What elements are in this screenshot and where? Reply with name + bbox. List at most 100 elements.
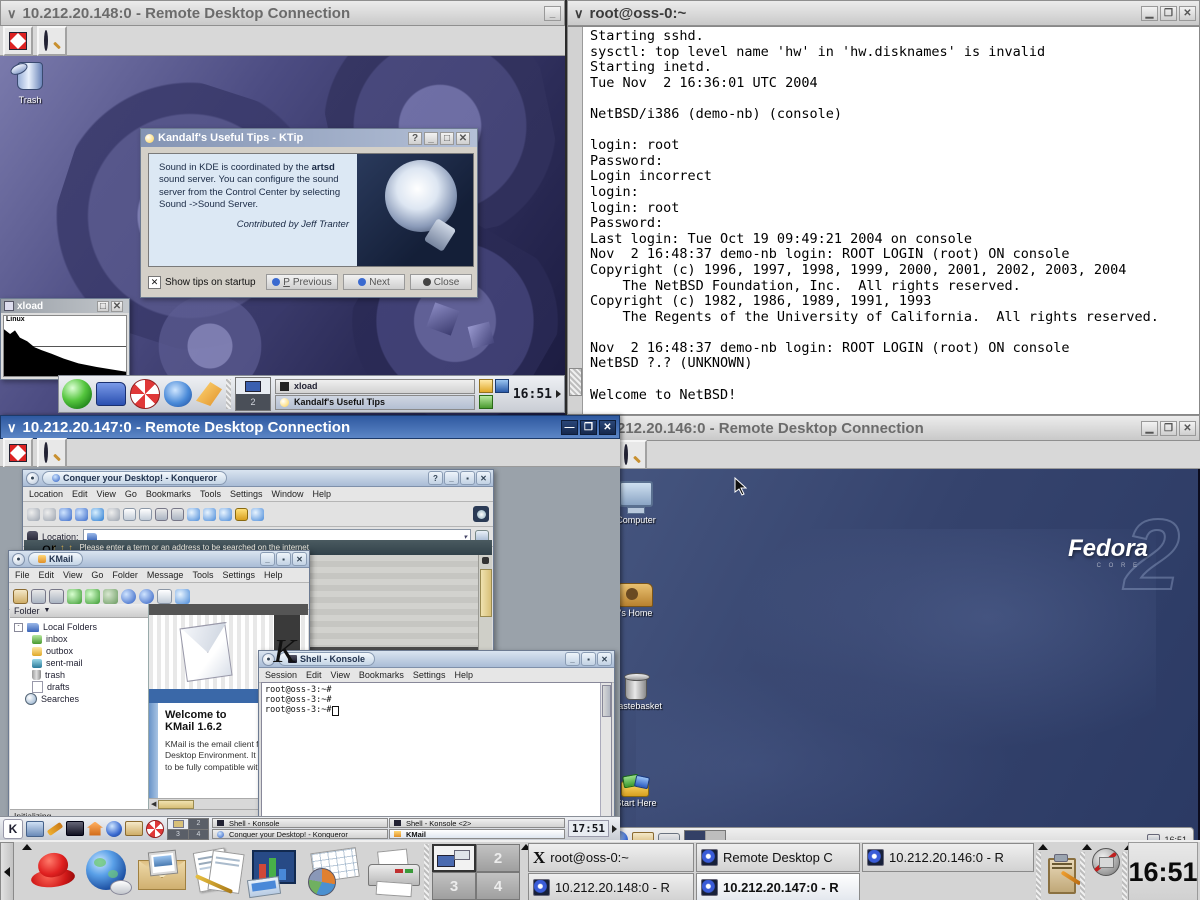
menu-item[interactable]: Tools bbox=[192, 570, 213, 580]
next-message-icon[interactable] bbox=[139, 589, 154, 604]
help-button[interactable]: ? bbox=[428, 471, 443, 485]
panel-up-arrow[interactable] bbox=[1038, 844, 1048, 850]
pencil-icon[interactable] bbox=[47, 821, 64, 835]
back-icon[interactable] bbox=[27, 508, 40, 521]
zoom-in-icon[interactable] bbox=[187, 508, 200, 521]
window-shade-icon[interactable]: ∨ bbox=[7, 7, 17, 20]
close-button[interactable]: ✕ bbox=[1179, 6, 1196, 21]
close-button[interactable]: ✕ bbox=[111, 301, 123, 312]
scale-view-button[interactable] bbox=[617, 440, 647, 470]
copy-icon[interactable] bbox=[157, 589, 172, 604]
menu-item[interactable]: Bookmarks bbox=[359, 670, 404, 680]
folder-sent-mail[interactable]: sent-mail bbox=[14, 657, 148, 669]
lock-icon[interactable] bbox=[235, 508, 248, 521]
scale-view-button[interactable] bbox=[37, 438, 67, 468]
desktop-icon-wastebasket[interactable]: Wastebasket bbox=[616, 676, 662, 711]
pager-desktop-4[interactable]: 4 bbox=[188, 829, 208, 839]
scrollbar-thumb[interactable] bbox=[480, 569, 492, 617]
taskbutton-terminal[interactable]: X root@oss-0:~ bbox=[528, 843, 694, 872]
workspace-1-active[interactable] bbox=[685, 831, 705, 840]
check-mail-icon[interactable] bbox=[67, 589, 82, 604]
next-button[interactable]: Next bbox=[343, 274, 405, 290]
desktop-pager[interactable]: 2 3 4 bbox=[167, 818, 209, 840]
scroll-left-arrow[interactable]: ◀ bbox=[149, 800, 158, 808]
titlebar-147[interactable]: ∨ 10.212.20.147:0 - Remote Desktop Conne… bbox=[0, 415, 620, 439]
quill-icon[interactable] bbox=[196, 382, 222, 406]
minimize-button[interactable]: _ bbox=[260, 552, 275, 566]
close-button[interactable]: ✕ bbox=[597, 652, 612, 666]
window-shade-icon[interactable]: ∨ bbox=[7, 421, 17, 434]
task-konsole-2[interactable]: Shell - Konsole <2> bbox=[389, 818, 565, 828]
menu-item[interactable]: Go bbox=[91, 570, 103, 580]
print-icon[interactable] bbox=[155, 508, 168, 521]
kmail-launcher-icon[interactable] bbox=[125, 821, 143, 836]
show-tips-checkbox[interactable]: ✕ bbox=[148, 276, 161, 289]
folder-trash[interactable]: trash bbox=[14, 669, 148, 681]
web-browser-launcher[interactable] bbox=[84, 848, 132, 896]
kmail-titlebar[interactable]: ● KMail _ ▪ ✕ bbox=[9, 551, 309, 568]
terminal-titlebar[interactable]: ∨ root@oss-0:~ ▁ ❐ ✕ bbox=[567, 0, 1200, 26]
close-button[interactable]: ✕ bbox=[476, 471, 491, 485]
terminal-scrollbar[interactable] bbox=[568, 27, 583, 414]
reload-icon[interactable] bbox=[91, 508, 104, 521]
previous-button[interactable]: PPrevious bbox=[266, 274, 338, 290]
menu-item[interactable]: Help bbox=[264, 570, 283, 580]
desktop-icon-home[interactable]: 's Home bbox=[616, 583, 662, 618]
evolution-panel-icon[interactable] bbox=[632, 832, 654, 840]
printer-panel-icon[interactable] bbox=[658, 833, 680, 841]
folder-column-header[interactable]: Folder▼ bbox=[10, 604, 148, 618]
help-lifering-icon[interactable] bbox=[146, 820, 164, 838]
ktip-titlebar[interactable]: Kandalf's Useful Tips - KTip ? _ □ ✕ bbox=[141, 129, 477, 147]
minimize-button[interactable]: _ bbox=[424, 132, 438, 145]
window-shade-icon[interactable]: ∨ bbox=[574, 7, 584, 20]
stop-icon[interactable] bbox=[107, 508, 120, 521]
task-konqueror[interactable]: Conquer your Desktop! - Konqueror bbox=[212, 829, 388, 839]
maximize-button[interactable]: ▪ bbox=[581, 652, 596, 666]
menu-item[interactable]: Help bbox=[313, 489, 332, 499]
xload-titlebar[interactable]: xload □ ✕ bbox=[1, 299, 129, 313]
forward-icon[interactable] bbox=[43, 508, 56, 521]
task-konsole-1[interactable]: Shell - Konsole bbox=[212, 818, 388, 828]
menu-item[interactable]: File bbox=[15, 570, 30, 580]
menu-item[interactable]: Message bbox=[147, 570, 184, 580]
spreadsheet-launcher[interactable] bbox=[306, 850, 360, 896]
pager-desktop-1[interactable] bbox=[236, 378, 270, 394]
task-ktip[interactable]: Kandalf's Useful Tips bbox=[275, 395, 475, 410]
pager-desktop-2[interactable]: 2 bbox=[236, 394, 270, 410]
print-frame-icon[interactable] bbox=[171, 508, 184, 521]
pager-workspace-1-active[interactable] bbox=[432, 844, 476, 872]
task-xload[interactable]: xload bbox=[275, 379, 475, 394]
scroll-up-arrow[interactable] bbox=[482, 557, 489, 564]
folder-inbox[interactable]: inbox bbox=[14, 633, 148, 645]
previous-message-icon[interactable] bbox=[121, 589, 136, 604]
maximize-button[interactable]: ▪ bbox=[460, 471, 475, 485]
menu-item[interactable]: Bookmarks bbox=[146, 489, 191, 499]
titlebar-148[interactable]: ∨ 10.212.20.148:0 - Remote Desktop Conne… bbox=[0, 0, 565, 26]
panel-clock[interactable]: 17:51 bbox=[568, 820, 609, 837]
clock-applet[interactable]: 16:51 bbox=[1128, 842, 1198, 900]
workspace-2[interactable] bbox=[705, 831, 725, 840]
desktop-icon-computer[interactable]: Computer bbox=[616, 481, 662, 525]
pager-workspace-2[interactable]: 2 bbox=[476, 844, 520, 872]
taskbutton-rdc[interactable]: Remote Desktop C bbox=[696, 843, 860, 872]
scrollbar-thumb[interactable] bbox=[158, 800, 194, 809]
print-icon[interactable] bbox=[49, 589, 64, 604]
help-lifering-icon[interactable] bbox=[130, 379, 160, 409]
menu-item[interactable]: View bbox=[331, 670, 350, 680]
konsole-titlebar[interactable]: ● Shell - Konsole _ ▪ ✕ bbox=[259, 651, 614, 668]
taskbutton-148[interactable]: 10.212.20.148:0 - R bbox=[528, 873, 694, 900]
cut-icon[interactable] bbox=[123, 508, 136, 521]
word-processor-launcher[interactable] bbox=[192, 848, 244, 896]
message-tray-icon[interactable] bbox=[479, 395, 493, 409]
titlebar-146[interactable]: 212.20.146:0 - Remote Desktop Connection… bbox=[614, 415, 1200, 441]
panel-hide-button[interactable] bbox=[0, 842, 14, 900]
pager-desktop-1[interactable] bbox=[168, 819, 188, 829]
taskbutton-146[interactable]: 10.212.20.146:0 - R bbox=[862, 843, 1034, 872]
workspace-switcher[interactable] bbox=[684, 830, 726, 840]
home-folder-icon[interactable] bbox=[96, 382, 126, 406]
panel-hide-arrow[interactable] bbox=[612, 825, 617, 833]
menu-item[interactable]: Folder bbox=[112, 570, 138, 580]
kmenu-icon[interactable]: K bbox=[3, 819, 23, 839]
kmenu-suse-icon[interactable] bbox=[62, 379, 92, 409]
desktop-icon-trash[interactable]: Trash bbox=[8, 62, 52, 108]
